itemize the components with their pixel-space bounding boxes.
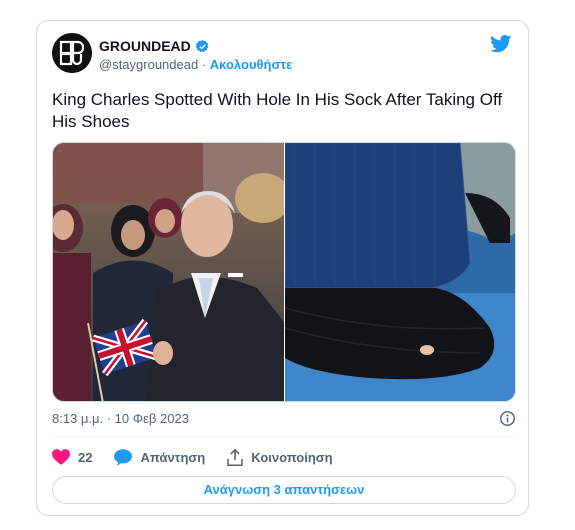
verified-badge-icon — [195, 39, 209, 52]
tweet-text: King Charles Spotted With Hole In His So… — [52, 90, 503, 131]
tweet-media[interactable] — [52, 142, 516, 402]
reply-bubble-icon — [114, 448, 133, 466]
read-replies-button[interactable]: Ανάγνωση 3 απαντήσεων — [52, 476, 516, 504]
handle-separator: · — [198, 57, 210, 72]
tweet-card[interactable]: GROUNDEAD @staygroundead · Ακολουθήστε K… — [36, 20, 529, 516]
reply-label: Απάντηση — [140, 449, 206, 465]
like-button[interactable]: 22 — [52, 449, 92, 465]
reply-button[interactable]: Απάντηση — [114, 448, 206, 466]
share-button[interactable]: Κοινοποίηση — [227, 448, 333, 466]
photo-king-with-crowd[interactable] — [53, 143, 284, 401]
account-name[interactable]: GROUNDEAD — [99, 38, 191, 54]
share-label: Κοινοποίηση — [251, 449, 333, 465]
like-count: 22 — [78, 449, 93, 465]
divider — [52, 436, 516, 437]
info-icon[interactable] — [499, 410, 516, 427]
follow-link[interactable]: Ακολουθήστε — [210, 57, 293, 72]
avatar[interactable] — [52, 33, 92, 73]
account-handle[interactable]: @staygroundead — [99, 57, 198, 72]
heart-icon — [52, 449, 70, 465]
photo-sock-with-hole[interactable] — [285, 143, 515, 401]
tweet-timestamp[interactable]: 8:13 μ.μ. · 10 Φεβ 2023 — [52, 411, 189, 426]
twitter-bird-icon[interactable] — [490, 35, 512, 53]
share-icon — [227, 448, 243, 466]
